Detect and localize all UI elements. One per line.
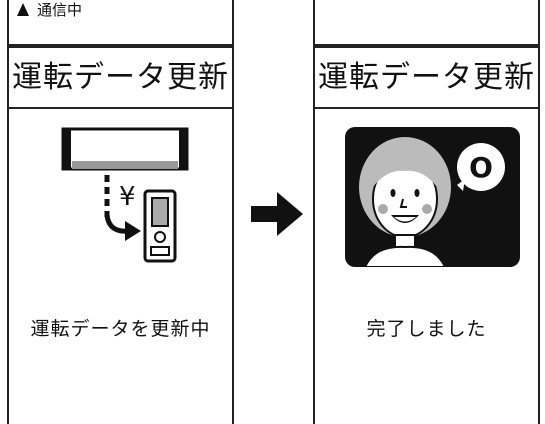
ac-remote-transfer-icon: ¥ xyxy=(61,127,189,263)
divider xyxy=(315,44,538,48)
currency-symbol: ¥ xyxy=(119,182,136,212)
status-text: 通信中 xyxy=(37,1,83,19)
bubble-symbol: O xyxy=(469,151,493,184)
signal-icon xyxy=(17,3,29,16)
divider xyxy=(315,107,538,109)
screen-right: 運転データ更新 O 完了しました xyxy=(313,0,540,424)
screen-title: 運転データ更新 xyxy=(12,60,229,95)
arrow-right-icon xyxy=(251,192,303,236)
screen-title: 運転データ更新 xyxy=(318,60,535,95)
divider xyxy=(9,107,232,109)
smiling-person-icon: O xyxy=(345,127,520,267)
screen-left: 通信中 運転データ更新 ¥ 運転データを更新中 xyxy=(7,0,234,424)
status-caption: 運転データを更新中 xyxy=(30,318,211,340)
status-bar: 通信中 xyxy=(9,0,232,20)
status-caption: 完了しました xyxy=(366,318,487,340)
divider xyxy=(9,44,232,48)
